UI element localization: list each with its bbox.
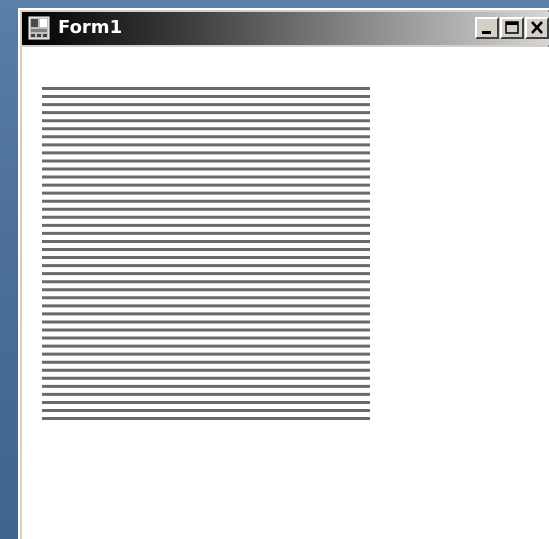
horizontal-lines-drawing <box>42 87 370 421</box>
maximize-icon <box>505 21 519 34</box>
form-icon[interactable] <box>28 16 50 40</box>
minimize-icon <box>482 31 491 34</box>
form1-window: Form1 <box>18 8 549 539</box>
minimize-button[interactable] <box>475 17 499 39</box>
title-bar[interactable]: Form1 <box>22 12 549 45</box>
form-client-area <box>22 47 549 539</box>
caption-buttons <box>475 17 549 39</box>
close-icon <box>531 21 543 34</box>
close-button[interactable] <box>525 17 549 39</box>
window-title: Form1 <box>58 17 123 38</box>
maximize-button[interactable] <box>500 17 524 39</box>
